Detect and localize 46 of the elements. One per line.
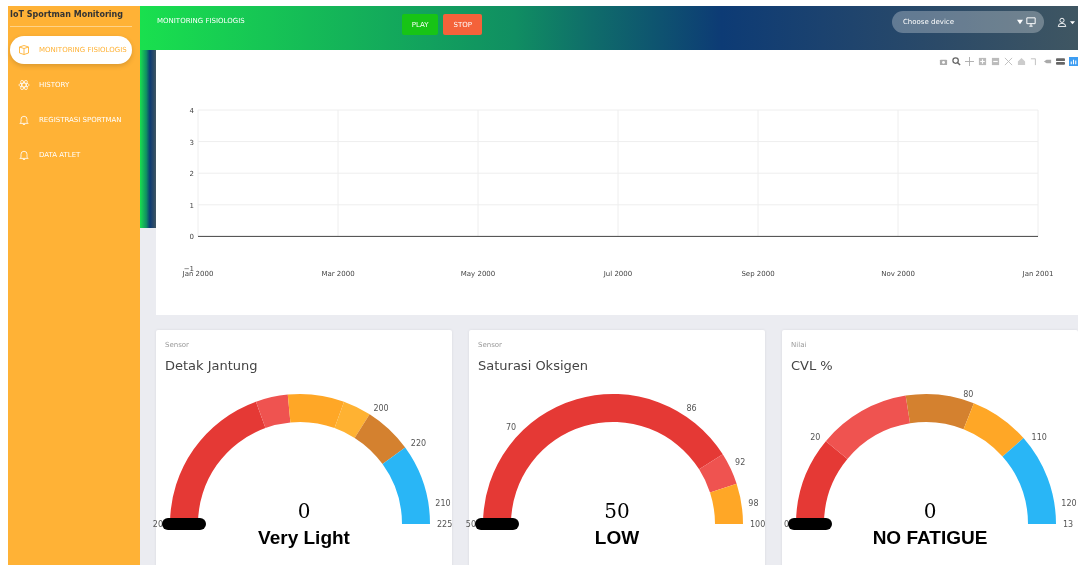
card-title: Detak Jantung: [165, 358, 259, 375]
gauge-value: 0: [297, 499, 311, 523]
user-icon[interactable]: [1056, 17, 1067, 27]
gauge-tick-label: 200: [373, 404, 389, 414]
box-icon: [18, 44, 30, 56]
gauge-status: LOW: [594, 527, 640, 548]
gauge-tick-label: 13: [1063, 520, 1074, 529]
card-title: Saturasi Oksigen: [478, 358, 590, 375]
gauge-tick-label: 80: [963, 389, 974, 399]
gauge-value: 0: [923, 499, 937, 523]
zoom-in-icon[interactable]: [978, 57, 987, 66]
caret-icon[interactable]: [1069, 21, 1075, 25]
gauge-tick-label: 50: [465, 520, 476, 529]
camera-icon[interactable]: [939, 57, 948, 66]
home-icon[interactable]: [1017, 57, 1026, 66]
gauge-tick-label: 92: [735, 457, 746, 467]
gauge-status: Very Light: [258, 527, 350, 548]
gauge-value: 50: [604, 499, 630, 523]
card-title: CVL %: [791, 358, 834, 375]
gauge-tick-label: 120: [1061, 498, 1077, 508]
zoom-out-icon[interactable]: [991, 57, 1000, 66]
atom-icon: [18, 79, 30, 91]
monitor-icon: [1025, 17, 1036, 27]
gauge-tick-label: 98: [748, 498, 759, 508]
bell-icon: [18, 114, 30, 126]
gauge-tick-label: 70: [505, 423, 517, 433]
pan-icon[interactable]: [965, 57, 974, 66]
gauge-tick-label: 20: [152, 520, 163, 529]
gauge-tick-label: 220: [410, 439, 427, 449]
compare-icon[interactable]: [1056, 57, 1065, 66]
app-title: IoT Sportman Monitoring: [10, 10, 124, 19]
gauge-status: NO FATIGUE: [872, 527, 988, 548]
gauge-tick-label: 0: [783, 520, 789, 529]
gauge-tick-label: 110: [1031, 432, 1047, 442]
gauge-tick-label: 225: [437, 520, 453, 529]
gauge-needle: [162, 518, 206, 530]
caret-icon: [1016, 19, 1023, 25]
bar-chart-icon[interactable]: [1069, 57, 1078, 66]
zoom-icon[interactable]: [952, 57, 961, 66]
gauge-tick-label: 100: [750, 520, 766, 529]
gauge-tick-label: 86: [686, 404, 697, 414]
gauge-tick-label: 20: [810, 432, 821, 442]
gauge-needle: [788, 518, 832, 530]
gauge-tick-label: 210: [435, 498, 451, 508]
bell-icon: [18, 149, 30, 161]
gauge-needle: [475, 518, 519, 530]
